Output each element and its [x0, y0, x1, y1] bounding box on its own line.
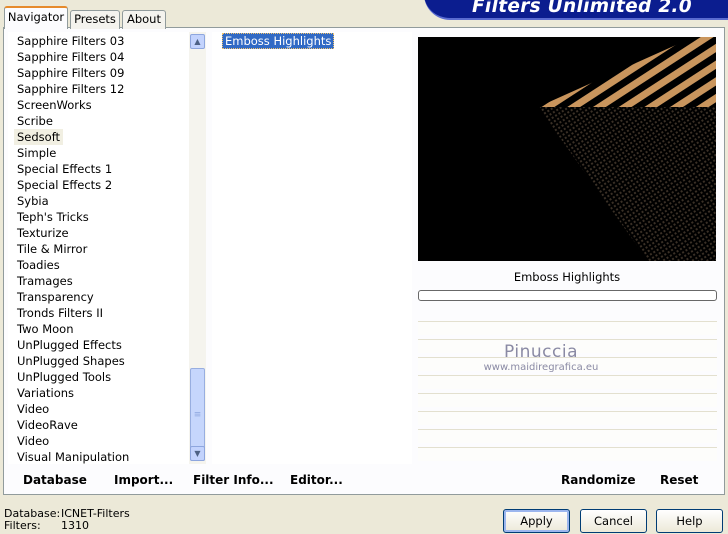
- parameter-row: [418, 447, 717, 461]
- filters-count: 1310: [61, 519, 89, 532]
- category-item[interactable]: Tile & Mirror: [14, 241, 90, 257]
- left-button-bar: Database Import... Filter Info... Editor…: [8, 466, 412, 491]
- category-item[interactable]: Transparency: [14, 289, 97, 305]
- filter-list[interactable]: Emboss Highlights: [212, 32, 412, 464]
- import-button[interactable]: Import...: [114, 472, 173, 488]
- category-item[interactable]: Sybia: [14, 193, 52, 209]
- preview-graphic: [538, 37, 716, 261]
- filter-info-button[interactable]: Filter Info...: [193, 472, 274, 488]
- category-scrollbar[interactable]: ▲ ≡ ▼: [189, 32, 206, 464]
- category-item[interactable]: Simple: [14, 145, 59, 161]
- parameter-row: [418, 429, 717, 443]
- category-item[interactable]: Teph's Tricks: [14, 209, 92, 225]
- status-info: Database: ICNET-Filters Filters: 1310: [4, 508, 130, 532]
- randomize-button[interactable]: Randomize: [561, 472, 635, 488]
- cancel-button[interactable]: Cancel: [580, 509, 647, 533]
- parameter-row: [418, 321, 717, 335]
- category-item[interactable]: Visual Manipulation: [14, 449, 132, 464]
- category-item[interactable]: Sedsoft: [14, 129, 64, 145]
- parameter-row: [418, 393, 717, 407]
- chevron-up-icon[interactable]: ▲: [190, 34, 205, 49]
- category-item[interactable]: Video: [14, 433, 52, 449]
- tab-navigator[interactable]: Navigator: [4, 6, 68, 29]
- category-item[interactable]: Special Effects 2: [14, 177, 115, 193]
- apply-button[interactable]: Apply: [503, 509, 570, 533]
- category-item[interactable]: Sapphire Filters 03: [14, 33, 127, 49]
- right-button-bar: Randomize Reset: [418, 466, 717, 491]
- category-item[interactable]: Sapphire Filters 12: [14, 81, 127, 97]
- category-item[interactable]: Toadies: [14, 257, 63, 273]
- category-item[interactable]: ScreenWorks: [14, 97, 95, 113]
- category-item[interactable]: Tramages: [14, 273, 76, 289]
- watermark-url: www.maidiregrafica.eu: [483, 362, 599, 373]
- category-item[interactable]: UnPlugged Effects: [14, 337, 125, 353]
- parameter-row: [418, 411, 717, 425]
- reset-button[interactable]: Reset: [660, 472, 698, 488]
- watermark-name: Pinuccia: [504, 342, 578, 362]
- preview-image: [418, 37, 716, 261]
- grip-icon: ≡: [193, 409, 202, 420]
- category-item[interactable]: Tronds Filters II: [14, 305, 106, 321]
- tab-about[interactable]: About: [122, 10, 166, 29]
- filter-item[interactable]: Emboss Highlights: [222, 33, 335, 49]
- watermark: Pinuccia www.maidiregrafica.eu: [476, 342, 606, 382]
- filters-label: Filters:: [4, 519, 41, 532]
- category-item[interactable]: Special Effects 1: [14, 161, 115, 177]
- category-item[interactable]: VideoRave: [14, 417, 81, 433]
- category-list[interactable]: Sapphire Filters 03 Sapphire Filters 04 Sa…: [8, 32, 206, 464]
- category-item[interactable]: Video: [14, 401, 52, 417]
- preview-title: Emboss Highlights: [513, 270, 621, 284]
- tab-presets[interactable]: Presets: [70, 10, 120, 29]
- chevron-down-icon[interactable]: ▼: [190, 446, 205, 461]
- editor-button[interactable]: Editor...: [290, 472, 343, 488]
- category-item[interactable]: UnPlugged Shapes: [14, 353, 128, 369]
- category-item[interactable]: Texturize: [14, 225, 72, 241]
- category-item[interactable]: Scribe: [14, 113, 56, 129]
- category-item[interactable]: Sapphire Filters 09: [14, 65, 127, 81]
- brand-title: Filters Unlimited 2.0: [472, 0, 692, 17]
- progress-bar: [418, 290, 717, 301]
- category-item[interactable]: Two Moon: [14, 321, 77, 337]
- category-item[interactable]: Sapphire Filters 04: [14, 49, 127, 65]
- help-button[interactable]: Help: [656, 509, 723, 533]
- database-button[interactable]: Database: [23, 472, 87, 488]
- category-item[interactable]: UnPlugged Tools: [14, 369, 114, 385]
- category-item[interactable]: Variations: [14, 385, 77, 401]
